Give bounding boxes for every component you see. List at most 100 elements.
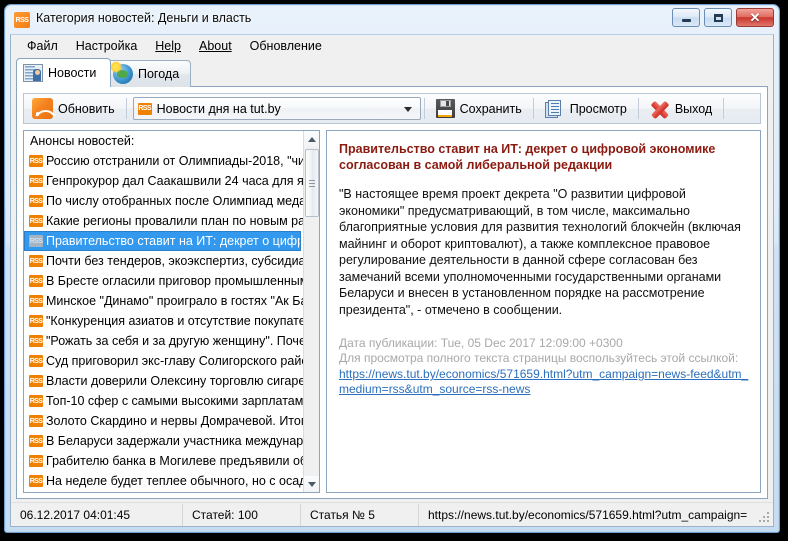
list-item[interactable]: RSSРоссию отстранили от Олимпиады-2018, … xyxy=(24,151,303,171)
list-item[interactable]: RSSВ Беларуси задержали участника междун… xyxy=(24,431,303,451)
menu-item-update[interactable]: Обновление xyxy=(241,37,331,55)
exit-button[interactable]: Выход xyxy=(642,95,720,122)
article-link-hint: Для просмотра полного текста страницы во… xyxy=(339,351,750,366)
preview-button[interactable]: Просмотр xyxy=(537,95,635,122)
list-item-label: Россию отстранили от Олимпиады-2018, "чи… xyxy=(46,154,303,168)
chevron-up-icon xyxy=(308,137,316,142)
list-item-label: Суд приговорил экс-главу Солигорского ра… xyxy=(46,354,303,368)
rss-icon xyxy=(32,98,53,119)
list-item[interactable]: RSSПочти без тендеров, экоэкспертиз, суб… xyxy=(24,251,303,271)
list-item-label: В Беларуси задержали участника междунаро… xyxy=(46,434,303,448)
list-item-label: Правительство ставит на ИТ: декрет о циф… xyxy=(46,234,300,248)
list-item-label: Власти доверили Олексину торговлю сигаре… xyxy=(46,374,303,388)
toolbar-separator xyxy=(126,98,127,119)
rss-icon: RSS xyxy=(29,475,43,487)
rss-icon: RSS xyxy=(29,195,43,207)
rss-icon: RSS xyxy=(29,215,43,227)
rss-icon: RSS xyxy=(29,235,43,247)
minimize-icon xyxy=(673,9,699,26)
rss-icon: RSS xyxy=(138,103,152,115)
window-title: Категория новостей: Деньги и власть xyxy=(36,11,251,25)
list-item-label: В Бресте огласили приговор промышленным … xyxy=(46,274,303,288)
rss-icon: RSS xyxy=(29,455,43,467)
chevron-down-icon[interactable] xyxy=(404,107,412,112)
list-item[interactable]: RSSТоп-10 сфер с самыми высокими зарплат… xyxy=(24,391,303,411)
article-link[interactable]: https://news.tut.by/economics/571659.htm… xyxy=(339,367,750,397)
exit-button-label: Выход xyxy=(675,102,712,116)
news-list-header: Анонсы новостей: xyxy=(24,131,303,151)
toolbar-separator xyxy=(723,98,724,119)
grip-icon xyxy=(309,180,315,181)
save-button-label: Сохранить xyxy=(460,102,522,116)
tab-page-news: Обновить RSS Новости дня на tut.by Сохра… xyxy=(16,86,768,499)
toolbar: Обновить RSS Новости дня на tut.by Сохра… xyxy=(23,93,761,124)
client-area: Файл Настройка Help About Обновление Пог… xyxy=(10,34,774,527)
resize-grip[interactable] xyxy=(759,512,771,524)
news-list-scrollbar[interactable] xyxy=(303,131,319,492)
list-item[interactable]: RSSМинское "Динамо" проиграло в гостях "… xyxy=(24,291,303,311)
scrollbar-thumb[interactable] xyxy=(305,149,319,217)
toolbar-separator xyxy=(533,98,534,119)
scroll-up-button[interactable] xyxy=(304,131,320,147)
toolbar-separator xyxy=(424,98,425,119)
globe-icon xyxy=(113,64,133,84)
status-article-count: Статей: 100 xyxy=(183,504,301,526)
close-icon: ✕ xyxy=(737,9,773,26)
list-item[interactable]: RSSНа неделе будет теплее обычного, но с… xyxy=(24,471,303,491)
article-pane: Правительство ставит на ИТ: декрет о циф… xyxy=(326,130,761,493)
list-item[interactable]: RSSЗолото Скардино и нервы Домрачевой. И… xyxy=(24,411,303,431)
list-item[interactable]: RSSГрабителю банка в Могилеве предъявили… xyxy=(24,451,303,471)
close-button[interactable]: ✕ xyxy=(736,8,774,27)
list-item-label: Генпрокурор дал Саакашвили 24 часа для я… xyxy=(46,174,303,188)
documents-icon xyxy=(545,99,565,119)
rss-icon: RSS xyxy=(29,255,43,267)
list-item[interactable]: RSS"Рожать за себя и за другую женщину".… xyxy=(24,331,303,351)
rss-icon: RSS xyxy=(14,12,30,28)
list-item-label: Какие регионы провалили план по новым ра… xyxy=(46,214,303,228)
scroll-down-button[interactable] xyxy=(304,476,320,492)
menu-item-about[interactable]: About xyxy=(190,37,241,55)
toolbar-separator xyxy=(638,98,639,119)
rss-icon: RSS xyxy=(29,355,43,367)
list-item[interactable]: RSSПравительство ставит на ИТ: декрет о … xyxy=(24,231,301,251)
list-item[interactable]: RSSГенпрокурор дал Саакашвили 24 часа дл… xyxy=(24,171,303,191)
rss-icon: RSS xyxy=(29,175,43,187)
tab-news[interactable]: Новости xyxy=(16,58,111,87)
title-bar[interactable]: RSS Категория новостей: Деньги и власть … xyxy=(6,6,778,34)
refresh-button[interactable]: Обновить xyxy=(24,95,123,122)
list-item-label: Золото Скардино и нервы Домрачевой. Итог… xyxy=(46,414,303,428)
news-icon xyxy=(23,64,43,82)
rss-icon: RSS xyxy=(29,395,43,407)
list-item-label: Минское "Динамо" проиграло в гостях "Ак … xyxy=(46,294,303,308)
list-item[interactable]: RSSПо числу отобранных после Олимпиад ме… xyxy=(24,191,303,211)
menu-item-file[interactable]: Файл xyxy=(18,37,67,55)
status-article-index: Статья № 5 xyxy=(301,504,419,526)
list-item-label: Почти без тендеров, экоэкспертиз, субсид… xyxy=(46,254,303,268)
menu-item-help[interactable]: Help xyxy=(146,37,190,55)
menu-item-settings[interactable]: Настройка xyxy=(67,37,147,55)
rss-icon: RSS xyxy=(29,435,43,447)
minimize-button[interactable] xyxy=(672,8,700,27)
list-item-label: Топ-10 сфер с самыми высокими зарплатами… xyxy=(46,394,303,408)
article-title: Правительство ставит на ИТ: декрет о циф… xyxy=(339,141,750,173)
rss-icon: RSS xyxy=(29,375,43,387)
list-item[interactable]: RSSВласти доверили Олексину торговлю сиг… xyxy=(24,371,303,391)
rss-icon: RSS xyxy=(29,315,43,327)
refresh-button-label: Обновить xyxy=(58,102,115,116)
maximize-button[interactable] xyxy=(704,8,732,27)
application-window: RSS Категория новостей: Деньги и власть … xyxy=(4,4,780,533)
list-item[interactable]: RSSВ Бресте огласили приговор промышленн… xyxy=(24,271,303,291)
list-item[interactable]: RSS"Конкуренция азиатов и отсутствие пок… xyxy=(24,311,303,331)
list-item[interactable]: RSSПервыми в мире биткоин-миллиардерами … xyxy=(24,491,303,492)
feed-select[interactable]: RSS Новости дня на tut.by xyxy=(133,97,421,120)
news-list[interactable]: RSSРоссию отстранили от Олимпиады-2018, … xyxy=(24,151,303,492)
list-item[interactable]: RSSСуд приговорил экс-главу Солигорского… xyxy=(24,351,303,371)
window-inner-frame: RSS Категория новостей: Деньги и власть … xyxy=(6,6,778,531)
status-bar: 06.12.2017 04:01:45 Статей: 100 Статья №… xyxy=(11,502,773,526)
list-item[interactable]: RSSКакие регионы провалили план по новым… xyxy=(24,211,303,231)
rss-icon: RSS xyxy=(29,275,43,287)
tab-weather[interactable]: Погода xyxy=(106,60,191,87)
save-button[interactable]: Сохранить xyxy=(428,95,530,122)
status-datetime: 06.12.2017 04:01:45 xyxy=(11,504,183,526)
chevron-down-icon xyxy=(308,482,316,487)
